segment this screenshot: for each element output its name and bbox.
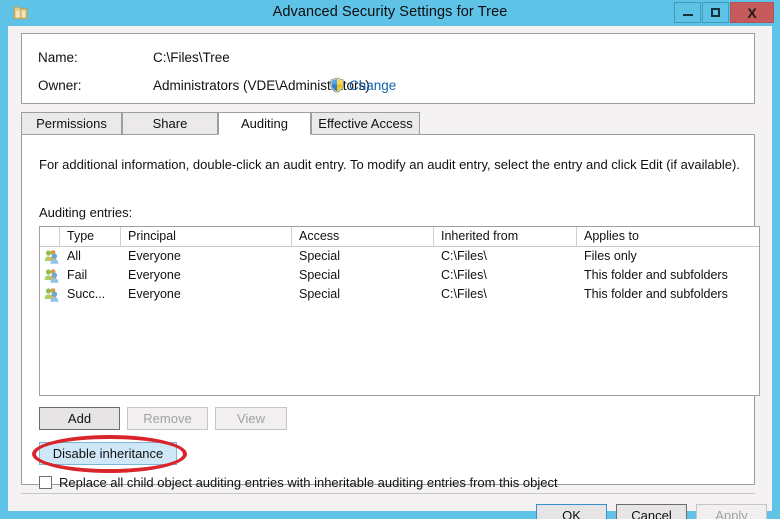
auditing-entries-list[interactable]: Type Principal Access Inherited from App… bbox=[39, 226, 760, 396]
ok-button-label: OK bbox=[562, 508, 581, 519]
close-icon: X bbox=[747, 5, 756, 21]
table-row[interactable]: Succ... Everyone Special C:\Files\ This … bbox=[40, 285, 759, 304]
ok-button[interactable]: OK bbox=[536, 504, 607, 519]
cell-inherited-from: C:\Files\ bbox=[441, 249, 487, 263]
cell-applies-to: Files only bbox=[584, 249, 637, 263]
tab-auditing[interactable]: Auditing bbox=[218, 112, 311, 135]
owner-label: Owner: bbox=[38, 78, 82, 93]
auditing-entries-label: Auditing entries: bbox=[39, 205, 132, 220]
tab-permissions[interactable]: Permissions bbox=[21, 112, 122, 135]
list-header-row: Type Principal Access Inherited from App… bbox=[40, 227, 759, 247]
cancel-button[interactable]: Cancel bbox=[616, 504, 687, 519]
title-bar: Advanced Security Settings for Tree X bbox=[0, 0, 780, 26]
uac-shield-icon bbox=[329, 77, 345, 93]
cell-applies-to: This folder and subfolders bbox=[584, 287, 728, 301]
column-divider[interactable] bbox=[576, 227, 577, 246]
maximize-icon bbox=[711, 8, 720, 17]
column-divider[interactable] bbox=[291, 227, 292, 246]
dialog-client-area: Name: C:\Files\Tree Owner: Administrator… bbox=[8, 26, 772, 511]
remove-button[interactable]: Remove bbox=[127, 407, 208, 430]
info-text: For additional information, double-click… bbox=[39, 157, 740, 172]
tab-share[interactable]: Share bbox=[122, 112, 218, 135]
window-title: Advanced Security Settings for Tree bbox=[0, 4, 780, 20]
name-label: Name: bbox=[38, 50, 78, 65]
cell-type: All bbox=[67, 249, 81, 263]
column-divider[interactable] bbox=[59, 227, 60, 246]
add-button[interactable]: Add bbox=[39, 407, 120, 430]
column-header-inherited-from[interactable]: Inherited from bbox=[441, 229, 518, 243]
tab-strip: Permissions Share Auditing Effective Acc… bbox=[21, 112, 755, 135]
tab-share-label: Share bbox=[153, 116, 188, 131]
apply-button-label: Apply bbox=[715, 508, 748, 519]
view-button[interactable]: View bbox=[215, 407, 287, 430]
replace-child-entries-label: Replace all child object auditing entrie… bbox=[59, 475, 558, 490]
group-users-icon bbox=[44, 287, 60, 302]
column-header-access[interactable]: Access bbox=[299, 229, 339, 243]
tab-effective-access-label: Effective Access bbox=[318, 116, 412, 131]
tab-permissions-label: Permissions bbox=[36, 116, 107, 131]
view-button-label: View bbox=[237, 411, 265, 426]
auditing-tab-panel: For additional information, double-click… bbox=[21, 135, 755, 485]
change-owner-link[interactable]: Change bbox=[349, 78, 396, 93]
cell-principal: Everyone bbox=[128, 268, 181, 282]
column-header-type[interactable]: Type bbox=[67, 229, 94, 243]
name-value: C:\Files\Tree bbox=[153, 50, 230, 65]
minimize-icon bbox=[683, 14, 693, 16]
cell-access: Special bbox=[299, 249, 340, 263]
maximize-button[interactable] bbox=[702, 2, 729, 23]
group-users-icon bbox=[44, 268, 60, 283]
footer-divider bbox=[21, 493, 755, 494]
add-button-label: Add bbox=[68, 411, 91, 426]
tab-auditing-label: Auditing bbox=[241, 116, 288, 131]
cell-inherited-from: C:\Files\ bbox=[441, 287, 487, 301]
disable-inheritance-button-label: Disable inheritance bbox=[53, 446, 164, 461]
cell-type: Fail bbox=[67, 268, 87, 282]
column-divider[interactable] bbox=[120, 227, 121, 246]
remove-button-label: Remove bbox=[143, 411, 191, 426]
cell-applies-to: This folder and subfolders bbox=[584, 268, 728, 282]
apply-button[interactable]: Apply bbox=[696, 504, 767, 519]
table-row[interactable]: Fail Everyone Special C:\Files\ This fol… bbox=[40, 266, 759, 285]
advanced-security-settings-window: Advanced Security Settings for Tree X Na… bbox=[0, 0, 780, 519]
cell-access: Special bbox=[299, 268, 340, 282]
column-header-applies-to[interactable]: Applies to bbox=[584, 229, 639, 243]
table-row[interactable]: All Everyone Special C:\Files\ Files onl… bbox=[40, 247, 759, 266]
column-header-principal[interactable]: Principal bbox=[128, 229, 176, 243]
replace-child-entries-checkbox[interactable] bbox=[39, 476, 52, 489]
minimize-button[interactable] bbox=[674, 2, 701, 23]
close-button[interactable]: X bbox=[730, 2, 774, 23]
cell-principal: Everyone bbox=[128, 287, 181, 301]
cell-inherited-from: C:\Files\ bbox=[441, 268, 487, 282]
group-users-icon bbox=[44, 249, 60, 264]
cell-type: Succ... bbox=[67, 287, 105, 301]
object-info-panel: Name: C:\Files\Tree Owner: Administrator… bbox=[21, 33, 755, 104]
cell-access: Special bbox=[299, 287, 340, 301]
tab-effective-access[interactable]: Effective Access bbox=[311, 112, 420, 135]
disable-inheritance-button[interactable]: Disable inheritance bbox=[39, 442, 177, 465]
cell-principal: Everyone bbox=[128, 249, 181, 263]
replace-child-entries-row[interactable]: Replace all child object auditing entrie… bbox=[39, 475, 558, 490]
column-divider[interactable] bbox=[433, 227, 434, 246]
cancel-button-label: Cancel bbox=[631, 508, 671, 519]
